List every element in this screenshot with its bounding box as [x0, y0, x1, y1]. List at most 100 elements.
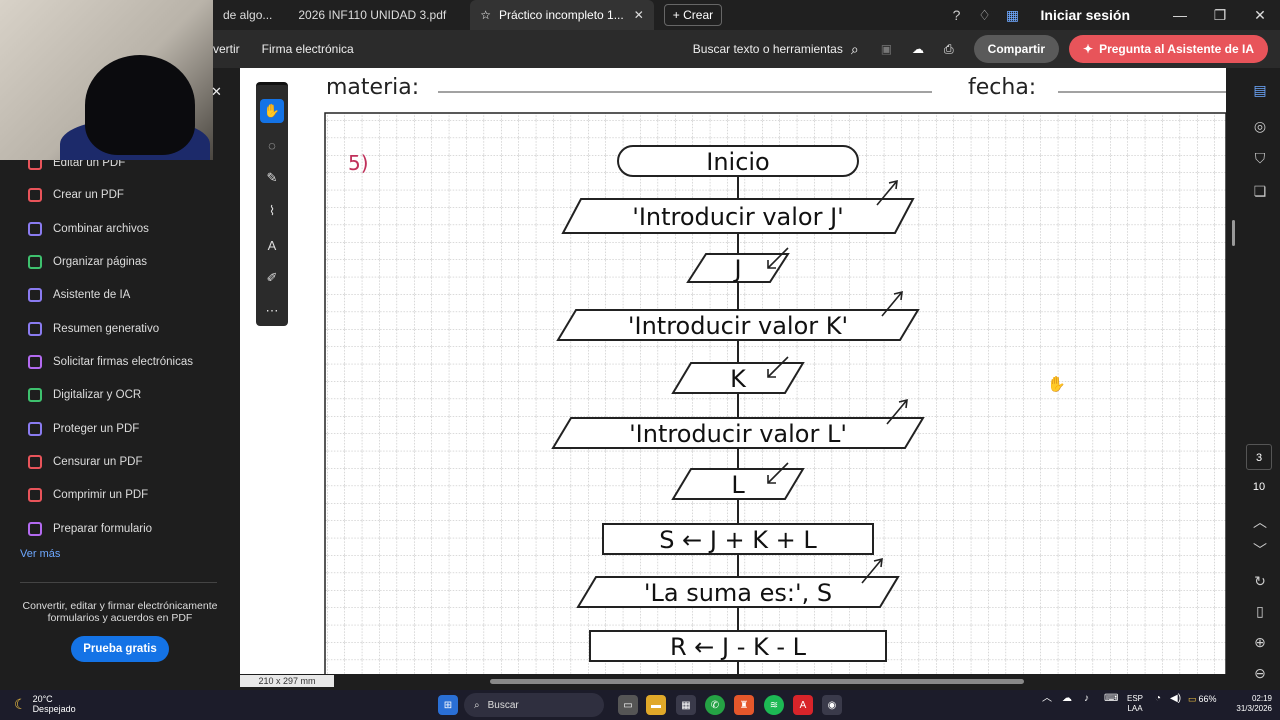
search-icon[interactable]: ⌕: [851, 41, 859, 58]
pdf-page-view[interactable]: materia: fecha: 5) Inicio 'Introducir val…: [240, 68, 1226, 674]
save-icon[interactable]: ▣: [881, 42, 892, 56]
hand-tool-icon[interactable]: ✋: [260, 99, 284, 123]
cloud-upload-icon[interactable]: ☁: [912, 42, 924, 56]
ai-panel-icon[interactable]: ▤: [1250, 82, 1270, 99]
tab-3-active[interactable]: ☆ Práctico incompleto 1... ✕: [470, 0, 654, 30]
file-explorer-icon[interactable]: ▬: [646, 695, 666, 715]
sign-icon[interactable]: ✐: [260, 266, 284, 290]
sidebar-item-11[interactable]: Preparar formulario: [28, 518, 152, 540]
sidebar-tool-icon: [28, 222, 42, 236]
sidebar-tool-icon: [28, 522, 42, 536]
current-page-field[interactable]: 3: [1246, 444, 1272, 470]
chrome-icon[interactable]: ◉: [822, 695, 842, 715]
sidebar-tool-icon: [28, 455, 42, 469]
sidebar-item-label: Censurar un PDF: [53, 456, 143, 468]
language-code: ESP: [1127, 694, 1144, 703]
sidebar-item-5[interactable]: Resumen generativo: [28, 318, 159, 340]
weather-widget[interactable]: ☾ 20°C Despejado: [14, 694, 76, 714]
bell-icon[interactable]: ♢: [971, 7, 999, 24]
vertical-scrollbar[interactable]: [1226, 68, 1240, 674]
sidebar-item-4[interactable]: Asistente de IA: [28, 284, 130, 306]
lasso-icon[interactable]: ⌇: [260, 199, 284, 223]
sidebar-item-1[interactable]: Crear un PDF: [28, 184, 124, 206]
document-icon[interactable]: ▯: [1250, 603, 1270, 620]
convert-link[interactable]: vertir: [213, 42, 240, 56]
more-tools-icon[interactable]: ⋯: [260, 299, 284, 323]
copy-icon[interactable]: ❏: [1250, 183, 1270, 200]
rotate-icon[interactable]: ↻: [1250, 573, 1270, 590]
search-tools-label[interactable]: Buscar texto o herramientas: [693, 42, 843, 56]
sidebar-tool-icon: [28, 488, 42, 502]
fecha-label: fecha:: [968, 75, 1036, 100]
sidebar-tool-icon: [28, 422, 42, 436]
volume-icon[interactable]: ◀): [1170, 694, 1181, 704]
login-button[interactable]: Iniciar sesión: [1041, 7, 1130, 23]
minimize-icon[interactable]: —: [1160, 7, 1200, 23]
clock[interactable]: 02:19 31/3/2026: [1222, 694, 1272, 714]
clock-date: 31/3/2026: [1236, 704, 1272, 713]
onedrive-icon[interactable]: ☁: [1062, 694, 1072, 704]
start-windows-icon[interactable]: ⊞: [438, 695, 458, 715]
share-button[interactable]: Compartir: [973, 35, 1059, 63]
battery-indicator[interactable]: ▭ 66%: [1188, 694, 1217, 704]
sidebar-item-8[interactable]: Proteger un PDF: [28, 418, 139, 440]
whatsapp-icon[interactable]: ✆: [705, 695, 725, 715]
sidebar-item-2[interactable]: Combinar archivos: [28, 218, 149, 240]
store-icon[interactable]: ▦: [676, 695, 696, 715]
sidebar-item-3[interactable]: Organizar páginas: [28, 251, 147, 273]
horizontal-scroll-thumb[interactable]: [490, 679, 1024, 684]
battery-percent: 66%: [1198, 694, 1217, 704]
tab-2[interactable]: 2026 INF110 UNIDAD 3.pdf: [288, 0, 456, 30]
zoom-in-icon[interactable]: ⊕: [1250, 634, 1270, 651]
sidebar-item-7[interactable]: Digitalizar y OCR: [28, 384, 141, 406]
search-icon: ⌕: [474, 699, 480, 711]
sidebar-item-label: Resumen generativo: [53, 323, 160, 335]
sidebar-item-6[interactable]: Solicitar firmas electrónicas: [28, 351, 193, 373]
page-down-icon[interactable]: ﹀: [1250, 540, 1270, 560]
page-up-icon[interactable]: ︿: [1250, 512, 1270, 532]
tray-chevron-icon[interactable]: ︿: [1042, 694, 1052, 704]
tab-1[interactable]: de algo...: [213, 0, 282, 30]
maximize-icon[interactable]: ❐: [1200, 7, 1240, 24]
sidebar-tool-icon: [28, 355, 42, 369]
vertical-scroll-thumb[interactable]: [1232, 220, 1235, 246]
flow-output-text: 'Introducir valor L': [629, 420, 847, 448]
keyboard-icon[interactable]: ⌨: [1104, 694, 1118, 704]
sidebar-item-10[interactable]: Comprimir un PDF: [28, 484, 148, 506]
sidebar-tool-icon: [28, 288, 42, 302]
star-icon[interactable]: ☆: [480, 8, 491, 22]
esign-link[interactable]: Firma electrónica: [262, 42, 354, 56]
ai-assistant-button[interactable]: ✦ Pregunta al Asistente de IA: [1069, 35, 1268, 63]
bookmark-icon[interactable]: ⛉: [1250, 150, 1270, 167]
sidebar-item-9[interactable]: Censurar un PDF: [28, 451, 142, 473]
taskbar-search[interactable]: ⌕ Buscar: [464, 693, 604, 717]
comments-icon[interactable]: ◎: [1250, 118, 1270, 135]
text-box-icon[interactable]: A: [260, 233, 284, 257]
comment-icon[interactable]: ◌: [260, 133, 284, 157]
flow-input-text: K: [730, 365, 747, 393]
webcam-overlay: [0, 0, 213, 160]
print-icon[interactable]: ⎙: [944, 42, 954, 57]
close-sidebar-icon[interactable]: ✕: [211, 84, 222, 100]
exercise-number: 5): [348, 151, 369, 175]
close-tab-icon[interactable]: ✕: [634, 8, 644, 22]
acrobat-icon[interactable]: A: [793, 695, 813, 715]
new-tab-button[interactable]: + Crear: [663, 4, 723, 26]
tab-1-label: de algo...: [223, 8, 273, 22]
flow-output-text: 'Introducir valor J': [632, 203, 844, 231]
task-view-icon[interactable]: ▭: [618, 695, 638, 715]
page-size-label: 210 x 297 mm: [240, 675, 334, 687]
language-indicator[interactable]: ESP LAA: [1127, 694, 1143, 714]
help-icon[interactable]: ?: [943, 7, 971, 23]
mic-icon[interactable]: ♪: [1084, 694, 1089, 704]
spotify-icon[interactable]: ≋: [764, 695, 784, 715]
free-trial-button[interactable]: Prueba gratis: [71, 636, 169, 662]
brave-icon[interactable]: ♜: [734, 695, 754, 715]
close-window-icon[interactable]: ✕: [1240, 7, 1280, 24]
zoom-out-icon[interactable]: ⊖: [1250, 665, 1270, 682]
sidebar-tool-icon: [28, 255, 42, 269]
see-more-link[interactable]: Ver más: [20, 548, 60, 560]
apps-grid-icon[interactable]: ▦: [999, 7, 1027, 24]
pen-icon[interactable]: ✎: [260, 166, 284, 190]
wifi-icon[interactable]: ◔: [1155, 694, 1161, 704]
